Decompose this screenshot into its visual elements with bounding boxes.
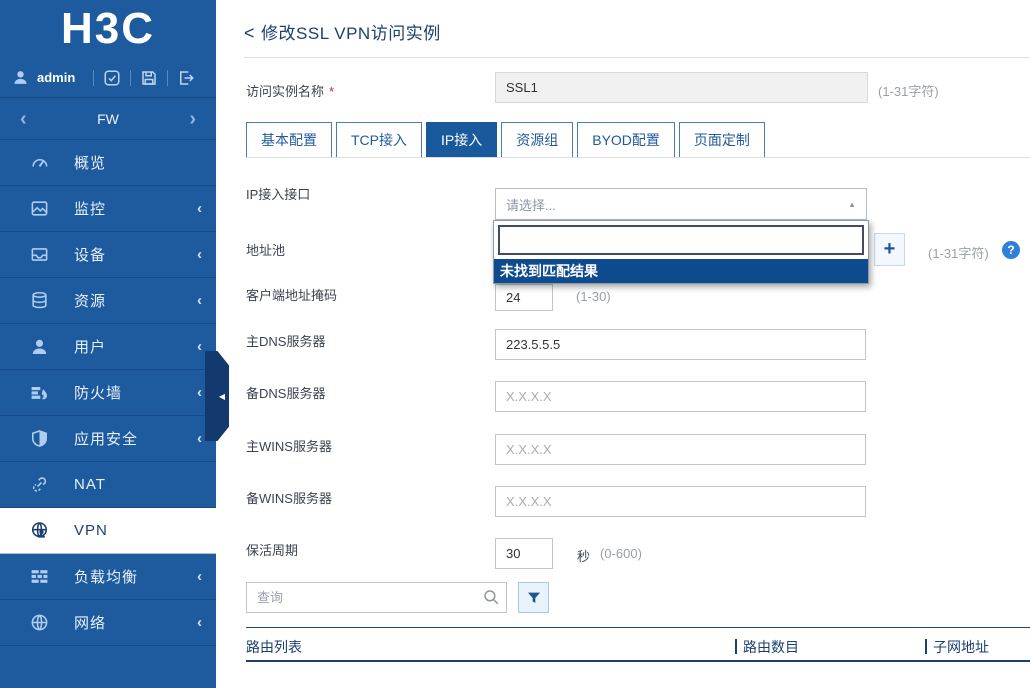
- instance-name-hint: (1-31字符): [878, 84, 939, 99]
- column-separator: [925, 639, 927, 654]
- dns-secondary-input[interactable]: [495, 381, 866, 412]
- add-address-pool-button[interactable]: +: [874, 233, 905, 266]
- instance-name-label: 访问实例名称 *: [246, 84, 335, 99]
- device-name: FW: [97, 110, 119, 127]
- sidebar-item-monitor[interactable]: 监控 ‹: [0, 186, 216, 232]
- client-mask-label: 客户端地址掩码: [246, 288, 338, 303]
- tab-tcp-access[interactable]: TCP接入: [336, 122, 422, 158]
- page-title-text: 修改SSL VPN访问实例: [261, 24, 441, 43]
- tabs-divider: [246, 157, 1030, 158]
- sidebar-item-overview[interactable]: 概览: [0, 140, 216, 186]
- wins-secondary-label: 备WINS服务器: [246, 491, 332, 506]
- nat-link-icon: [30, 475, 49, 494]
- admin-actions: [93, 69, 204, 87]
- dns-secondary-label: 备DNS服务器: [246, 386, 326, 401]
- tab-page-custom[interactable]: 页面定制: [678, 122, 765, 158]
- device-selector: ‹ FW ›: [0, 98, 216, 140]
- back-button[interactable]: <: [244, 23, 255, 43]
- column-route-count: 路由数目: [743, 639, 799, 655]
- app-root: H3C admin ‹ FW › 概览 监控 ‹ 设备 ‹ 资源 ‹ 用户 ‹ …: [0, 0, 1030, 688]
- next-device-arrow[interactable]: ›: [189, 109, 196, 129]
- table-top-border: [246, 627, 1030, 628]
- load-balancer-icon: [30, 567, 49, 586]
- address-pool-label: 地址池: [246, 243, 286, 258]
- sidebar-item-vpn[interactable]: VPN: [0, 508, 216, 554]
- help-icon[interactable]: ?: [1002, 241, 1020, 259]
- filter-button[interactable]: [518, 582, 549, 613]
- keepalive-label: 保活周期: [246, 543, 299, 558]
- tab-ip-access[interactable]: IP接入: [426, 122, 498, 158]
- tab-byod-config[interactable]: BYOD配置: [577, 122, 675, 158]
- config-tabs: 基本配置 TCP接入 IP接入 资源组 BYOD配置 页面定制: [246, 122, 765, 158]
- funnel-icon: [527, 592, 540, 603]
- keepalive-unit: 秒: [577, 549, 591, 564]
- ip-interface-dropdown: 未找到匹配结果: [493, 220, 869, 284]
- sidebar: H3C admin ‹ FW › 概览 监控 ‹ 设备 ‹ 资源 ‹ 用户 ‹ …: [0, 0, 216, 688]
- gauge-icon: [30, 153, 49, 172]
- client-mask-input[interactable]: [495, 284, 553, 311]
- dropdown-no-match-option[interactable]: 未找到匹配结果: [494, 259, 868, 283]
- network-globe-icon: [30, 613, 49, 632]
- wins-primary-label: 主WINS服务器: [246, 439, 332, 454]
- route-search-box: [246, 582, 507, 613]
- main-content: < 修改SSL VPN访问实例 访问实例名称* (1-31字符) 基本配置 TCP…: [216, 0, 1030, 688]
- sidebar-item-nat[interactable]: NAT: [0, 462, 216, 508]
- search-icon[interactable]: [482, 588, 500, 611]
- wins-primary-input[interactable]: [495, 434, 866, 465]
- dns-primary-label: 主DNS服务器: [246, 334, 326, 349]
- address-pool-hint: (1-31字符): [928, 246, 989, 261]
- logout-icon[interactable]: [168, 69, 204, 87]
- device-icon: [30, 245, 49, 264]
- client-mask-hint: (1-30): [576, 289, 611, 304]
- route-search-input[interactable]: [246, 582, 507, 613]
- admin-username: admin: [37, 70, 76, 85]
- wins-secondary-input[interactable]: [495, 486, 866, 517]
- vpn-globe-icon: [30, 521, 49, 540]
- task-check-icon[interactable]: [94, 69, 130, 87]
- ip-interface-select[interactable]: 请选择... ▲: [495, 188, 867, 220]
- select-value: 请选择...: [506, 197, 556, 213]
- tab-resource-group[interactable]: 资源组: [501, 122, 574, 158]
- user-avatar-icon: [12, 69, 29, 86]
- sidebar-item-resources[interactable]: 资源 ‹: [0, 278, 216, 324]
- sidebar-item-load-balance[interactable]: 负载均衡 ‹: [0, 554, 216, 600]
- collapse-arrow-icon: ◀: [218, 391, 225, 401]
- page-title: < 修改SSL VPN访问实例: [244, 19, 441, 44]
- h3c-logo: H3C: [60, 4, 156, 53]
- save-icon[interactable]: [131, 69, 167, 87]
- column-route-list: 路由列表: [246, 639, 302, 655]
- sidebar-item-firewall[interactable]: 防火墙 ‹: [0, 370, 216, 416]
- ip-interface-label: IP接入接口: [246, 187, 311, 202]
- database-icon: [30, 291, 49, 310]
- column-subnet-address: 子网地址: [933, 639, 989, 655]
- title-divider: [244, 57, 1030, 58]
- dropdown-search-input[interactable]: [498, 225, 864, 255]
- monitor-icon: [30, 199, 49, 218]
- instance-name-input[interactable]: [495, 72, 868, 103]
- chevron-up-icon: ▲: [848, 199, 856, 209]
- sidebar-collapse-handle[interactable]: ◀: [205, 351, 229, 441]
- sidebar-item-users[interactable]: 用户 ‹: [0, 324, 216, 370]
- keepalive-input[interactable]: [495, 538, 553, 569]
- keepalive-hint: (0-600): [600, 546, 642, 561]
- firewall-icon: [30, 383, 49, 402]
- required-asterisk: *: [329, 84, 335, 99]
- sidebar-item-device[interactable]: 设备 ‹: [0, 232, 216, 278]
- shield-icon: [30, 429, 49, 448]
- user-icon: [30, 337, 49, 356]
- sidebar-item-network[interactable]: 网络 ‹: [0, 600, 216, 646]
- column-separator: [735, 639, 737, 654]
- prev-device-arrow[interactable]: ‹: [20, 109, 27, 129]
- sidebar-item-app-security[interactable]: 应用安全 ‹: [0, 416, 216, 462]
- table-header-border: [246, 660, 1030, 662]
- admin-row: admin: [0, 58, 216, 98]
- tab-basic-config[interactable]: 基本配置: [246, 122, 332, 158]
- dns-primary-input[interactable]: [495, 329, 866, 360]
